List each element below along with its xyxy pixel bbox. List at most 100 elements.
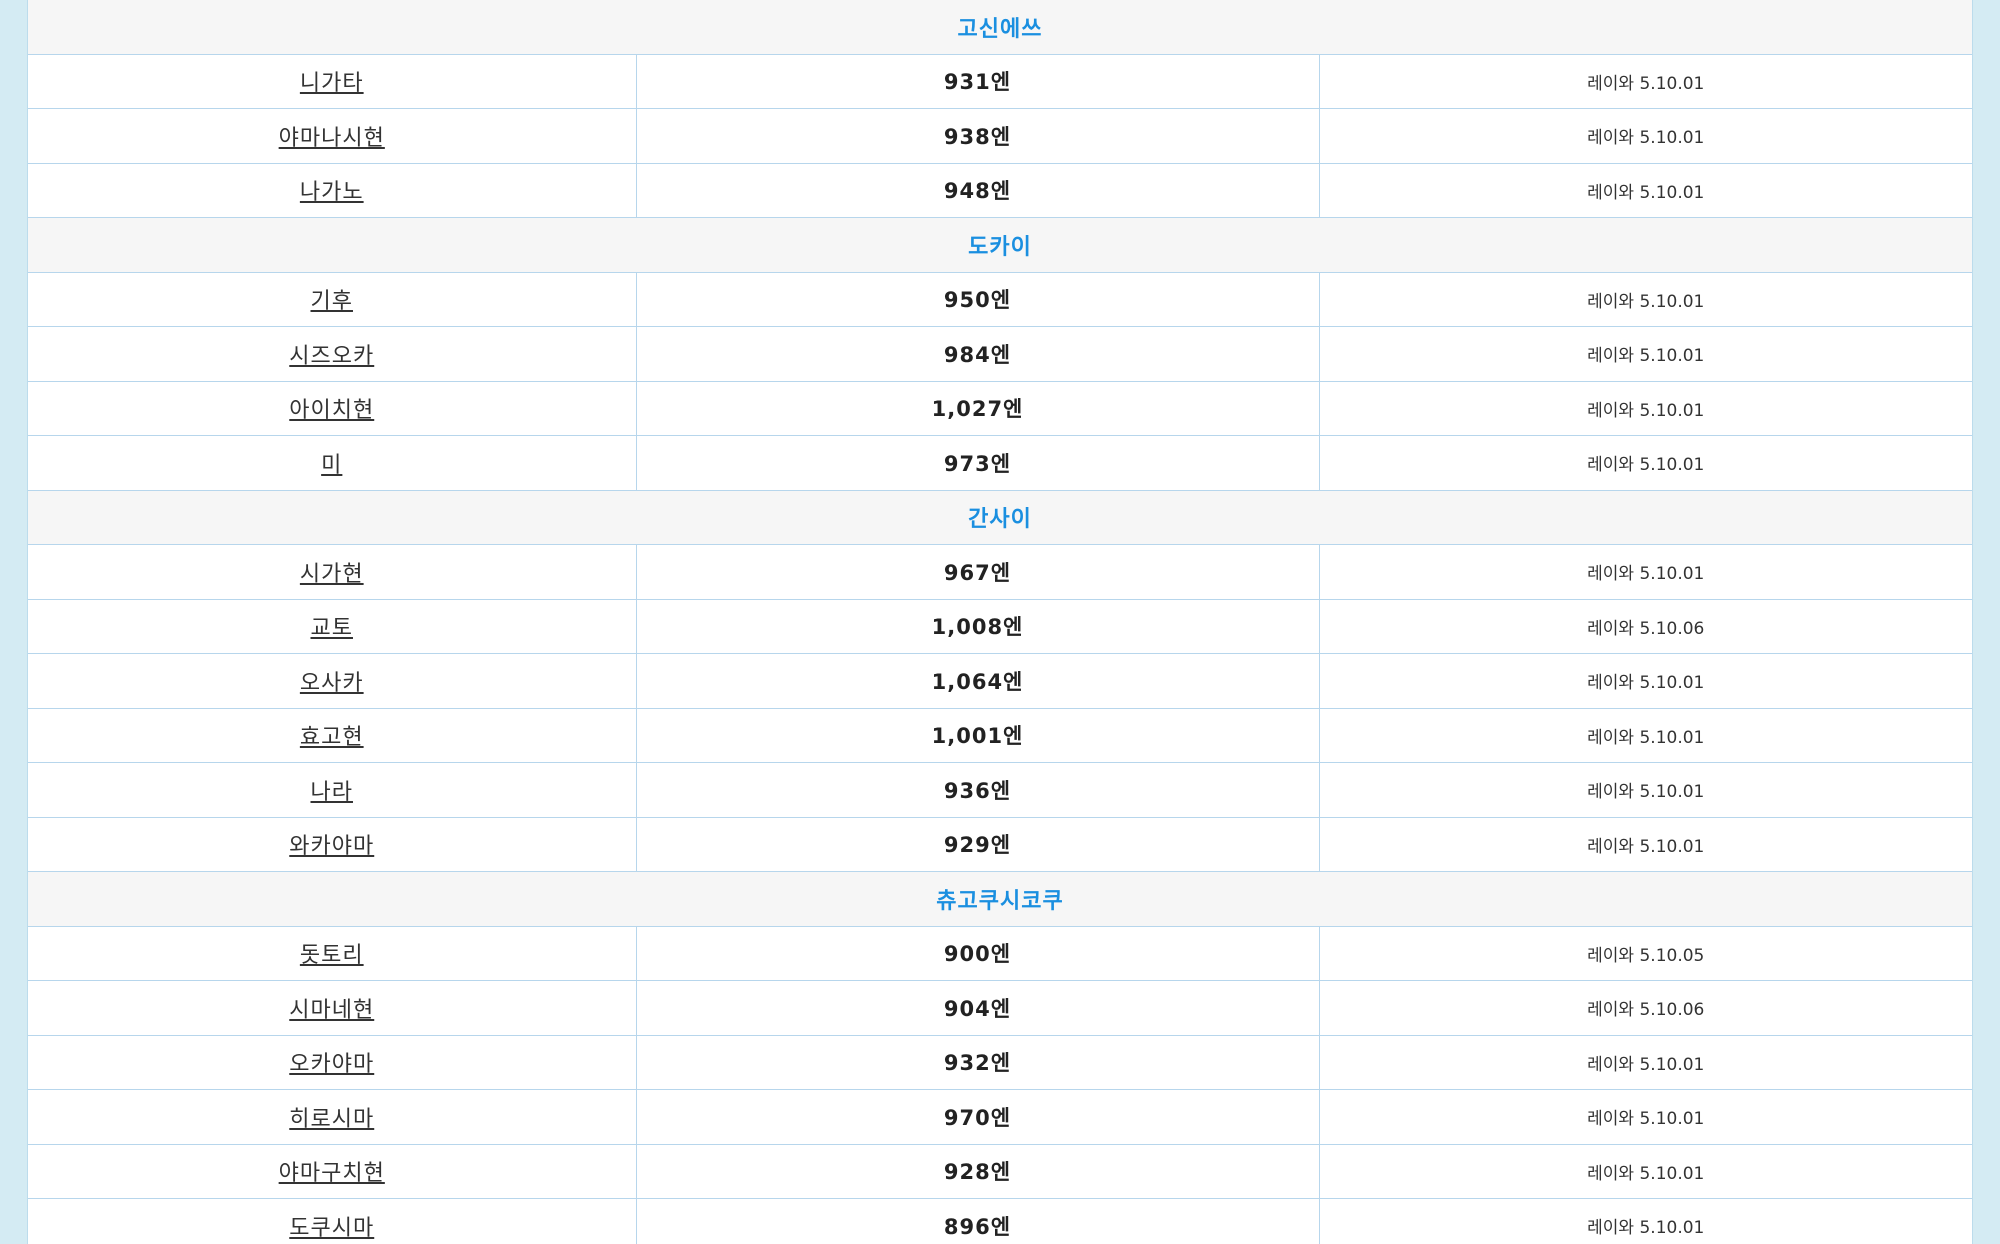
prefecture-cell: 나라 — [28, 762, 636, 818]
minimum-wage-value: 967엔 — [635, 544, 1319, 600]
region-header-row: 도카이 — [28, 217, 1972, 273]
prefecture-cell: 오사카 — [28, 653, 636, 709]
prefecture-link[interactable]: 시즈오카 — [289, 344, 374, 369]
effective-date: 레이와 5.10.01 — [1318, 817, 1972, 872]
effective-date: 레이와 5.10.01 — [1318, 272, 1972, 327]
minimum-wage-value: 904엔 — [635, 980, 1319, 1036]
prefecture-link[interactable]: 야마나시현 — [279, 126, 385, 151]
prefecture-cell: 야마구치현 — [28, 1144, 636, 1199]
table-row: 시즈오카 984엔 레이와 5.10.01 — [28, 326, 1972, 382]
prefecture-cell: 아이치현 — [28, 381, 636, 436]
prefecture-cell: 효고현 — [28, 708, 636, 763]
minimum-wage-value: 950엔 — [635, 272, 1319, 327]
minimum-wage-value: 1,027엔 — [635, 381, 1319, 436]
prefecture-cell: 시가현 — [28, 544, 636, 600]
prefecture-link[interactable]: 오카야마 — [289, 1052, 374, 1077]
region-name: 츄고쿠시코쿠 — [28, 871, 1972, 927]
effective-date: 레이와 5.10.06 — [1318, 980, 1972, 1036]
minimum-wage-value: 932엔 — [635, 1035, 1319, 1090]
prefecture-link[interactable]: 돗토리 — [300, 943, 364, 968]
prefecture-link[interactable]: 와카야마 — [289, 834, 374, 859]
table-row: 나라 936엔 레이와 5.10.01 — [28, 762, 1972, 818]
minimum-wage-value: 936엔 — [635, 762, 1319, 818]
table-row: 야마구치현 928엔 레이와 5.10.01 — [28, 1144, 1972, 1199]
table-row: 시마네현 904엔 레이와 5.10.06 — [28, 980, 1972, 1036]
effective-date: 레이와 5.10.01 — [1318, 1089, 1972, 1145]
effective-date: 레이와 5.10.06 — [1318, 599, 1972, 654]
prefecture-link[interactable]: 아이치현 — [289, 398, 374, 423]
effective-date: 레이와 5.10.01 — [1318, 762, 1972, 818]
minimum-wage-value: 973엔 — [635, 435, 1319, 491]
effective-date: 레이와 5.10.01 — [1318, 108, 1972, 164]
minimum-wage-value: 984엔 — [635, 326, 1319, 382]
region-name: 간사이 — [28, 490, 1972, 545]
table-row: 아이치현 1,027엔 레이와 5.10.01 — [28, 381, 1972, 436]
minimum-wage-value: 938엔 — [635, 108, 1319, 164]
prefecture-cell: 시마네현 — [28, 980, 636, 1036]
effective-date: 레이와 5.10.01 — [1318, 653, 1972, 709]
minimum-wage-value: 1,001엔 — [635, 708, 1319, 763]
table-row: 교토 1,008엔 레이와 5.10.06 — [28, 599, 1972, 654]
minimum-wage-value: 928엔 — [635, 1144, 1319, 1199]
table-row: 나가노 948엔 레이와 5.10.01 — [28, 163, 1972, 218]
prefecture-link[interactable]: 니가타 — [300, 71, 364, 96]
prefecture-cell: 히로시마 — [28, 1089, 636, 1145]
minimum-wage-value: 896엔 — [635, 1198, 1319, 1244]
prefecture-link[interactable]: 시마네현 — [289, 998, 374, 1023]
table-row: 돗토리 900엔 레이와 5.10.05 — [28, 926, 1972, 981]
prefecture-link[interactable]: 시가현 — [300, 562, 364, 587]
table-row: 와카야마 929엔 레이와 5.10.01 — [28, 817, 1972, 872]
table-row: 오사카 1,064엔 레이와 5.10.01 — [28, 653, 1972, 709]
minimum-wage-table: 고신에쓰 니가타 931엔 레이와 5.10.01 야마나시현 938엔 레이와 5.10.… — [28, 0, 1972, 1244]
table-row: 효고현 1,001엔 레이와 5.10.01 — [28, 708, 1972, 763]
effective-date: 레이와 5.10.01 — [1318, 326, 1972, 382]
table-row: 기후 950엔 레이와 5.10.01 — [28, 272, 1972, 327]
prefecture-link[interactable]: 도쿠시마 — [289, 1216, 374, 1241]
prefecture-link[interactable]: 미 — [321, 453, 342, 478]
prefecture-cell: 와카야마 — [28, 817, 636, 872]
prefecture-link[interactable]: 효고현 — [300, 725, 364, 750]
table-row: 미 973엔 레이와 5.10.01 — [28, 435, 1972, 491]
effective-date: 레이와 5.10.01 — [1318, 435, 1972, 491]
minimum-wage-value: 948엔 — [635, 163, 1319, 218]
region-header-row: 고신에쓰 — [28, 0, 1972, 55]
effective-date: 레이와 5.10.01 — [1318, 1198, 1972, 1244]
effective-date: 레이와 5.10.05 — [1318, 926, 1972, 981]
table-row: 니가타 931엔 레이와 5.10.01 — [28, 54, 1972, 109]
prefecture-cell: 기후 — [28, 272, 636, 327]
region-name: 도카이 — [28, 217, 1972, 273]
prefecture-cell: 도쿠시마 — [28, 1198, 636, 1244]
region-name: 고신에쓰 — [28, 0, 1972, 55]
effective-date: 레이와 5.10.01 — [1318, 381, 1972, 436]
prefecture-link[interactable]: 야마구치현 — [279, 1161, 385, 1186]
prefecture-cell: 오카야마 — [28, 1035, 636, 1090]
prefecture-cell: 나가노 — [28, 163, 636, 218]
table-row: 오카야마 932엔 레이와 5.10.01 — [28, 1035, 1972, 1090]
minimum-wage-value: 970엔 — [635, 1089, 1319, 1145]
effective-date: 레이와 5.10.01 — [1318, 1144, 1972, 1199]
prefecture-cell: 야마나시현 — [28, 108, 636, 164]
minimum-wage-value: 900엔 — [635, 926, 1319, 981]
wage-table-panel: 고신에쓰 니가타 931엔 레이와 5.10.01 야마나시현 938엔 레이와 5.10.… — [27, 0, 1973, 1244]
prefecture-cell: 교토 — [28, 599, 636, 654]
prefecture-cell: 미 — [28, 435, 636, 491]
effective-date: 레이와 5.10.01 — [1318, 54, 1972, 109]
prefecture-link[interactable]: 나가노 — [300, 180, 364, 205]
prefecture-link[interactable]: 기후 — [311, 289, 353, 314]
region-header-row: 츄고쿠시코쿠 — [28, 871, 1972, 927]
prefecture-cell: 돗토리 — [28, 926, 636, 981]
minimum-wage-value: 1,064엔 — [635, 653, 1319, 709]
effective-date: 레이와 5.10.01 — [1318, 708, 1972, 763]
prefecture-cell: 니가타 — [28, 54, 636, 109]
region-header-row: 간사이 — [28, 490, 1972, 545]
minimum-wage-value: 929엔 — [635, 817, 1319, 872]
table-row: 도쿠시마 896엔 레이와 5.10.01 — [28, 1198, 1972, 1244]
table-row: 야마나시현 938엔 레이와 5.10.01 — [28, 108, 1972, 164]
prefecture-link[interactable]: 오사카 — [300, 671, 364, 696]
prefecture-link[interactable]: 히로시마 — [289, 1107, 374, 1132]
effective-date: 레이와 5.10.01 — [1318, 163, 1972, 218]
prefecture-link[interactable]: 교토 — [311, 616, 353, 641]
prefecture-link[interactable]: 나라 — [311, 780, 353, 805]
table-row: 시가현 967엔 레이와 5.10.01 — [28, 544, 1972, 600]
effective-date: 레이와 5.10.01 — [1318, 544, 1972, 600]
